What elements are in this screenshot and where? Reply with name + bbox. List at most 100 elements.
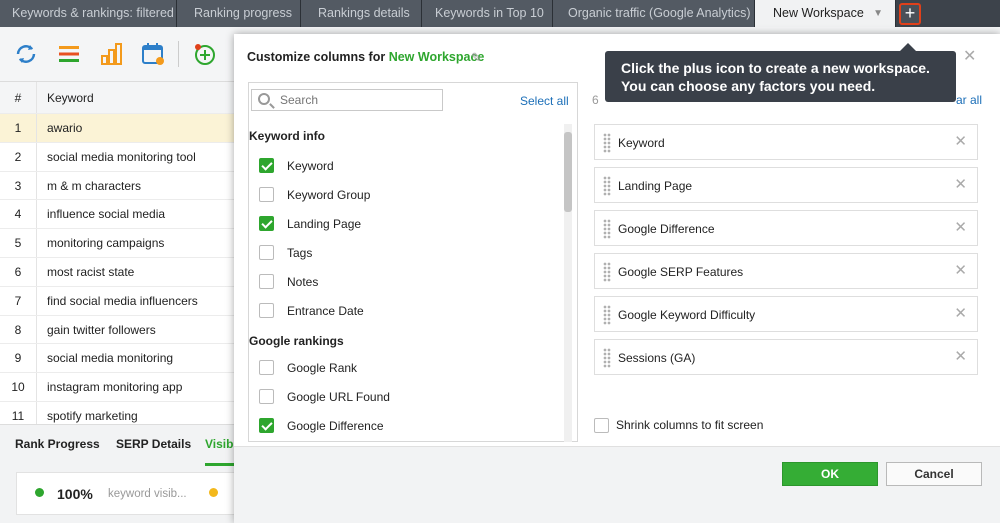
option-google-rank[interactable]: Google Rank <box>259 360 459 376</box>
option-landing-page[interactable]: Landing Page <box>259 216 459 232</box>
selected-column-item[interactable]: Google SERP Features ✕ <box>594 253 978 289</box>
ok-button[interactable]: OK <box>782 462 878 486</box>
row-number: 5 <box>0 229 37 257</box>
cancel-button[interactable]: Cancel <box>886 462 982 486</box>
column-label: Google Keyword Difficulty <box>618 308 756 322</box>
remove-icon[interactable]: ✕ <box>954 347 967 365</box>
drag-handle-icon[interactable] <box>603 219 611 239</box>
shrink-columns-label: Shrink columns to fit screen <box>616 418 764 432</box>
row-number: 9 <box>0 344 37 373</box>
scrollbar-thumb[interactable] <box>564 132 572 212</box>
chevron-down-icon[interactable]: ▼ <box>873 0 883 27</box>
group-google-rankings: Google rankings <box>249 334 344 348</box>
add-circle-icon[interactable] <box>191 40 219 68</box>
option-label: Google URL Found <box>287 390 390 404</box>
calendar-icon[interactable] <box>139 40 167 68</box>
selected-column-item[interactable]: Sessions (GA) ✕ <box>594 339 978 375</box>
tab-rank-progress[interactable]: Rank Progress <box>15 437 100 451</box>
row-keyword: find social media influencers <box>47 293 198 308</box>
selected-column-item[interactable]: Google Difference ✕ <box>594 210 978 246</box>
tab-visibility[interactable]: Visibi <box>205 437 237 451</box>
row-keyword: influence social media <box>47 207 166 222</box>
checkbox[interactable] <box>259 303 274 318</box>
search-input[interactable] <box>280 92 430 108</box>
checkbox[interactable] <box>259 158 274 173</box>
close-icon[interactable]: ✕ <box>963 46 976 66</box>
add-workspace-button[interactable]: + <box>899 3 921 25</box>
drag-handle-icon[interactable] <box>603 305 611 325</box>
column-label: Landing Page <box>618 179 693 193</box>
column-label: Google Difference <box>618 222 715 236</box>
column-header-keyword[interactable]: Keyword <box>47 82 94 114</box>
refresh-icon[interactable] <box>12 40 40 68</box>
remove-icon[interactable]: ✕ <box>954 261 967 279</box>
tab-serp-details[interactable]: SERP Details <box>116 437 191 451</box>
drag-handle-icon[interactable] <box>603 133 611 153</box>
option-keyword-group[interactable]: Keyword Group <box>259 187 459 203</box>
tab-ranking-progress[interactable]: Ranking progress <box>177 0 301 27</box>
checkbox[interactable] <box>259 274 274 289</box>
drag-handle-icon[interactable] <box>603 348 611 368</box>
checkbox[interactable] <box>259 360 274 375</box>
selected-column-item[interactable]: Keyword ✕ <box>594 124 978 160</box>
option-keyword[interactable]: Keyword <box>259 158 459 174</box>
column-header-number[interactable]: # <box>0 82 37 113</box>
option-label: Google Rank <box>287 361 358 375</box>
option-entrance-date[interactable]: Entrance Date <box>259 303 459 319</box>
tab-organic-traffic[interactable]: Organic traffic (Google Analytics) <box>553 0 755 27</box>
checkbox[interactable] <box>259 187 274 202</box>
selected-columns-pane: 6 ar all Keyword ✕ Landing Page ✕ Google D… <box>589 82 989 442</box>
bar-chart-icon[interactable] <box>97 40 125 68</box>
checkbox[interactable] <box>259 216 274 231</box>
tab-label: Rankings details <box>318 6 410 20</box>
tab-rankings-details[interactable]: Rankings details <box>301 0 422 27</box>
selected-column-item[interactable]: Landing Page ✕ <box>594 167 978 203</box>
drag-handle-icon[interactable] <box>603 176 611 196</box>
checkbox[interactable] <box>259 389 274 404</box>
checkbox[interactable] <box>259 418 274 433</box>
select-all-link[interactable]: Select all <box>520 94 569 108</box>
dialog-title: Customize columns for New Workspace <box>247 50 484 64</box>
option-google-url-found[interactable]: Google URL Found <box>259 389 459 405</box>
row-keyword: social media monitoring tool <box>47 149 196 164</box>
row-keyword: most racist state <box>47 264 135 279</box>
option-google-difference[interactable]: Google Difference <box>259 418 459 434</box>
dialog-title-prefix: Customize columns for <box>247 50 386 64</box>
drag-handle-icon[interactable] <box>603 262 611 282</box>
search-box[interactable] <box>251 89 443 111</box>
shrink-columns-option[interactable]: Shrink columns to fit screen <box>594 418 844 434</box>
remove-icon[interactable]: ✕ <box>954 132 967 150</box>
clear-all-link[interactable]: ar all <box>956 93 982 107</box>
tab-label: New Workspace <box>773 6 864 20</box>
tab-keywords-top-10[interactable]: Keywords in Top 10 <box>422 0 553 27</box>
column-label: Keyword <box>618 136 665 150</box>
tooltip-line-1: Click the plus icon to create a new work… <box>621 60 930 76</box>
tab-label: Keywords in Top 10 <box>435 6 544 20</box>
row-keyword: instagram monitoring app <box>47 380 183 395</box>
option-tags[interactable]: Tags <box>259 245 459 261</box>
visibility-label: keyword visib... <box>108 488 187 500</box>
tab-new-workspace[interactable]: New Workspace ▼ <box>755 0 896 27</box>
checkbox[interactable] <box>594 418 609 433</box>
tooltip-line-2: You can choose any factors you need. <box>621 77 876 94</box>
option-label: Keyword <box>287 159 334 173</box>
search-icon <box>258 93 270 105</box>
checkbox[interactable] <box>259 245 274 260</box>
remove-icon[interactable]: ✕ <box>954 175 967 193</box>
column-label: Sessions (GA) <box>618 351 696 365</box>
option-notes[interactable]: Notes <box>259 274 459 290</box>
tab-keywords-rankings-filtered[interactable]: Keywords & rankings: filtered <box>0 0 177 27</box>
pencil-icon[interactable]: ✎ <box>471 50 482 66</box>
remove-icon[interactable]: ✕ <box>954 304 967 322</box>
row-number: 8 <box>0 315 37 344</box>
remove-icon[interactable]: ✕ <box>954 218 967 236</box>
list-icon[interactable] <box>55 40 83 68</box>
row-number: 10 <box>0 373 37 401</box>
active-tab-indicator <box>205 463 237 466</box>
tab-label: Ranking progress <box>194 6 292 20</box>
option-label: Entrance Date <box>287 304 364 318</box>
scrollbar[interactable] <box>564 124 572 442</box>
selected-column-item[interactable]: Google Keyword Difficulty ✕ <box>594 296 978 332</box>
option-label: Notes <box>287 275 319 289</box>
visibility-percent: 100% <box>57 486 93 502</box>
